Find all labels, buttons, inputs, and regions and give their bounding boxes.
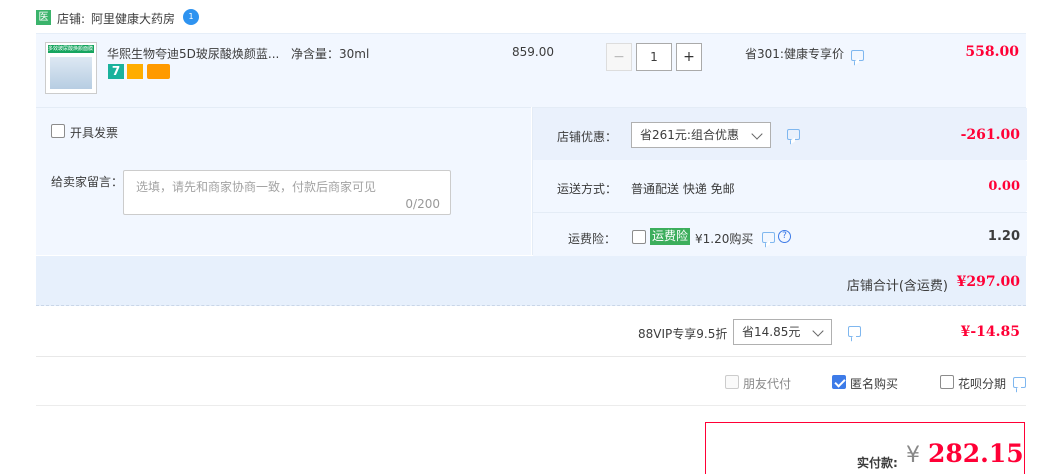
insurance-price-text: ¥1.20购买 [695,232,754,246]
insurance-amount: 1.20 [987,229,1020,244]
order-fees-panel: 店铺优惠： 省261元:组合优惠 -261.00 运送方式： 普通配送 快递 免… [532,107,1027,256]
order-options-panel: 开具发票 给卖家留言： 选填，请先和商家协商一致，付款后商家可见 0/200 [36,107,531,255]
product-image [50,57,92,89]
decrease-quantity-button[interactable]: − [606,43,632,71]
invoice-label[interactable]: 开具发票 [70,124,118,141]
insurance-label: 运费险： [568,232,617,246]
shop-discount-info-icon[interactable] [787,129,800,140]
chevron-down-icon [812,325,824,337]
insurance-info-icon[interactable] [762,232,775,243]
shop-discount-label: 店铺优惠： [557,130,618,144]
discount-info-icon[interactable] [851,50,864,61]
shipping-row: 运送方式： 普通配送 快递 免邮 0.00 [533,161,1027,211]
vip-discount-amount: ¥-14.85 [960,324,1020,340]
anonymous-purchase-checkbox[interactable] [832,375,846,389]
product-thumbnail[interactable]: 多效玻尿酸焕颜面膜 [45,42,97,94]
shop-discount-selected: 省261元:组合优惠 [640,128,739,142]
product-title-link[interactable]: 华熙生物夸迪5D玻尿酸焕颜蓝... [107,45,279,62]
pharmacy-badge-icon: 医 [36,10,51,25]
shop-total-amount: ¥297.00 [956,274,1020,290]
vip-label: 88VIP专享9.5折 [638,327,728,341]
payment-label: 实付款: [857,456,898,470]
friend-pay-label[interactable]: 朋友代付 [743,375,791,392]
wangwang-chat-icon[interactable]: 1 [183,9,199,25]
vip-discount-row: 88VIP专享9.5折 省14.85元 ¥-14.85 [36,307,1026,357]
payment-summary-box: 实付款: ¥ 282.15 [705,422,1025,474]
message-textarea[interactable]: 选填，请先和商家协商一致，付款后商家可见 0/200 [123,170,451,215]
insurance-help-icon[interactable]: ? [778,230,791,243]
guarantee-icon [127,64,143,79]
vip-discount-select[interactable]: 省14.85元 [733,319,832,345]
product-spec: 净含量：30ml [291,47,370,61]
seven-day-return-icon: 7 [108,64,124,79]
quantity-stepper: − 1 + [606,43,702,71]
shop-name-link[interactable]: 阿里健康大药房 [91,10,175,27]
payment-options-row: 朋友代付 匿名购买 花呗分期 [36,358,1026,406]
increase-quantity-button[interactable]: + [676,43,702,71]
shipping-amount: 0.00 [988,179,1020,194]
message-label: 给卖家留言： [51,175,124,189]
installment-checkbox[interactable] [940,375,954,389]
credit-card-icon [147,64,170,79]
item-discount-text: 省301:健康专享价 [745,47,844,61]
item-total: 558.00 [965,44,1019,60]
thumbnail-caption: 多效玻尿酸焕颜面膜 [48,45,94,53]
shop-total-row: 店铺合计(含运费) ¥297.00 [36,256,1026,306]
chevron-down-icon [751,128,763,140]
installment-label[interactable]: 花呗分期 [958,375,1006,392]
installment-info-icon[interactable] [1013,377,1026,388]
shop-discount-select[interactable]: 省261元:组合优惠 [631,122,771,148]
message-char-counter: 0/200 [405,197,440,211]
shop-label: 店铺: [57,12,86,26]
shop-discount-row: 店铺优惠： 省261元:组合优惠 -261.00 [533,108,1027,160]
vip-discount-selected: 省14.85元 [742,325,801,339]
quantity-input[interactable]: 1 [636,43,672,71]
anonymous-purchase-label[interactable]: 匿名购买 [850,375,898,392]
shop-discount-amount: -261.00 [960,127,1020,143]
shipping-label: 运送方式： [557,182,618,196]
message-placeholder: 选填，请先和商家协商一致，付款后商家可见 [136,180,377,194]
vip-info-icon[interactable] [848,326,861,337]
payment-amount: 282.15 [928,439,1024,468]
unit-price: 859.00 [512,45,554,59]
insurance-checkbox[interactable] [632,230,646,244]
insurance-tag: 运费险 [650,228,691,245]
order-item-row: 多效玻尿酸焕颜面膜 华熙生物夸迪5D玻尿酸焕颜蓝... 7 净含量：30ml 8… [36,33,1026,107]
shipping-method: 普通配送 快递 免邮 [631,182,735,196]
invoice-checkbox[interactable] [51,124,65,138]
shop-total-label: 店铺合计(含运费) [846,279,948,294]
payment-currency: ¥ [906,443,920,468]
friend-pay-checkbox[interactable] [725,375,739,389]
shipping-insurance-row: 运费险： 运费险 ¥1.20购买 ? 1.20 [533,212,1027,256]
